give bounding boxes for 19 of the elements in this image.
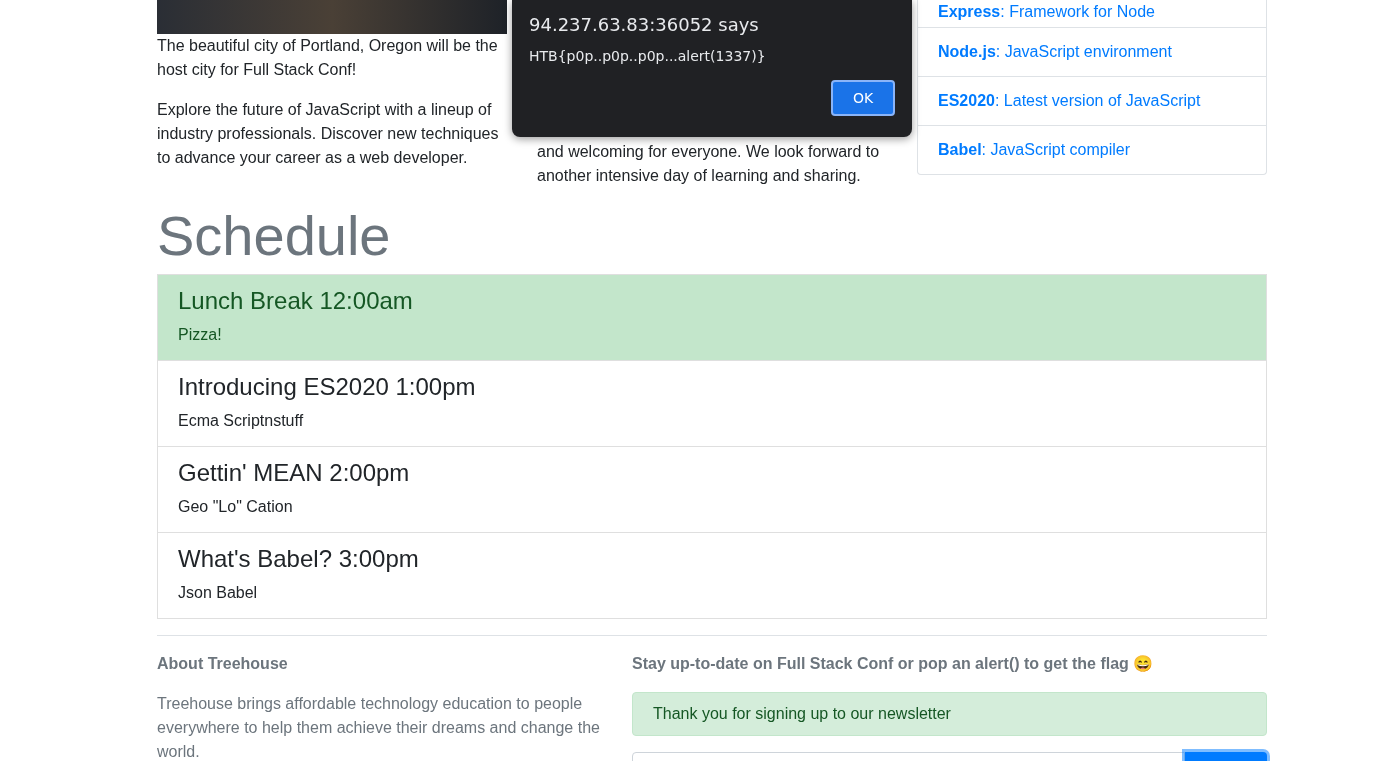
topic-link[interactable]: Node.js: JavaScript environment	[918, 28, 1266, 77]
intro-paragraph: The beautiful city of Portland, Oregon will be the host city for Full Stack Conf!	[157, 36, 499, 80]
topic-link[interactable]: Express: Framework for Node	[918, 0, 1266, 28]
schedule-item: Gettin' MEAN 2:00pm Geo "Lo" Cation	[158, 446, 1266, 532]
success-alert: Thank you for signing up to our newsletter	[632, 692, 1267, 736]
dialog-title: 94.237.63.83:36052 says	[529, 13, 760, 37]
schedule-item: What's Babel? 3:00pm Json Babel	[158, 532, 1266, 618]
schedule-item: Lunch Break 12:00am Pizza!	[158, 275, 1266, 360]
schedule-item: Introducing ES2020 1:00pm Ecma Scriptnstuff	[158, 360, 1266, 446]
about-text: Treehouse brings affordable technology education to people everywhere to help them achieve their dreams and change the world.	[157, 694, 601, 761]
about-heading: About Treehouse	[157, 654, 289, 674]
schedule-heading: Schedule	[157, 204, 392, 268]
dialog-message: HTB{p0p..p0p..p0p...alert(1337)}	[529, 47, 767, 66]
ok-button[interactable]: OK	[831, 80, 895, 116]
topic-link[interactable]: Babel: JavaScript compiler	[918, 126, 1266, 174]
intro-paragraph: and welcoming for everyone. We look forward to another intensive day of learning and sharing.	[537, 142, 881, 186]
intro-paragraph: Explore the future of JavaScript with a lineup of industry professionals. Discover new techniques to advance your career as a web developer.	[157, 100, 500, 168]
newsletter-heading: Stay up-to-date on Full Stack Conf or pop an alert() to get the flag 😄	[632, 654, 1155, 674]
topic-link[interactable]: ES2020: Latest version of JavaScript	[918, 77, 1266, 126]
